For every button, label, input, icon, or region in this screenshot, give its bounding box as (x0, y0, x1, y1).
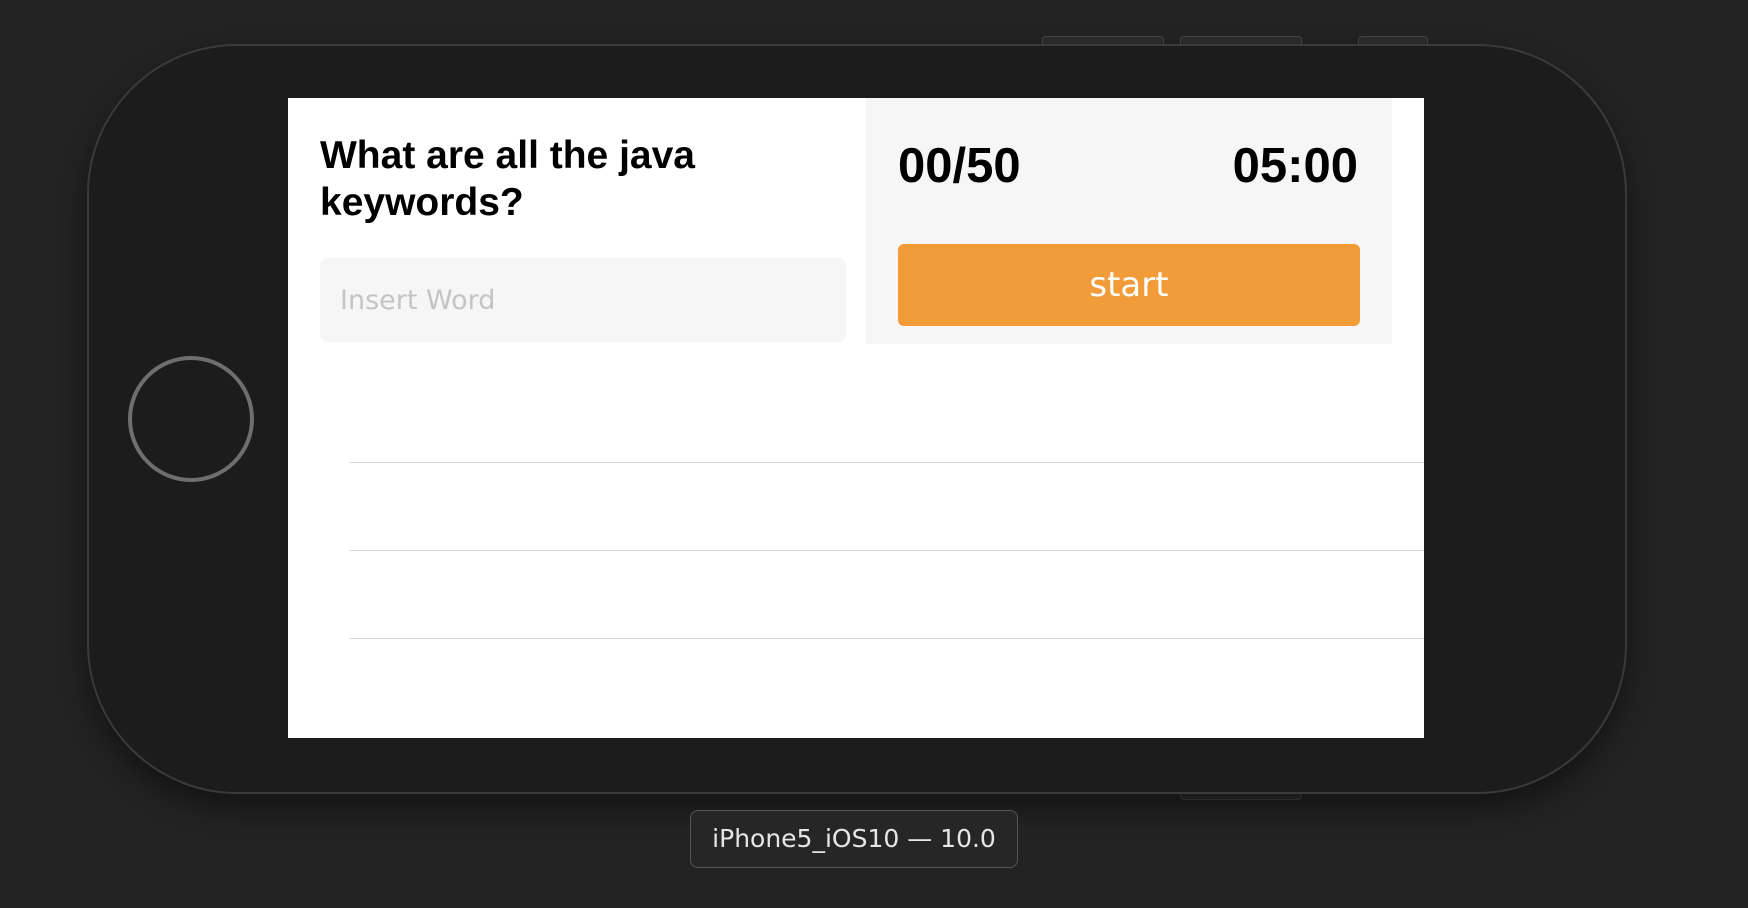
answer-row (350, 462, 1424, 550)
answer-row (350, 638, 1424, 726)
start-button[interactable]: start (898, 244, 1360, 326)
app-screen: What are all the java keywords? 00/50 05… (288, 98, 1424, 738)
device-label[interactable]: iPhone5_iOS10 — 10.0 (690, 810, 1018, 868)
word-input[interactable] (320, 258, 846, 342)
simulator-window: What are all the java keywords? 00/50 05… (0, 0, 1748, 908)
answer-list (350, 462, 1424, 726)
countdown-timer: 05:00 (1232, 139, 1358, 193)
score-counter: 00/50 (898, 139, 1021, 193)
home-button[interactable] (128, 356, 254, 482)
stats-panel: 00/50 05:00 start (866, 98, 1392, 344)
question-title: What are all the java keywords? (320, 134, 695, 224)
answer-row (350, 550, 1424, 638)
